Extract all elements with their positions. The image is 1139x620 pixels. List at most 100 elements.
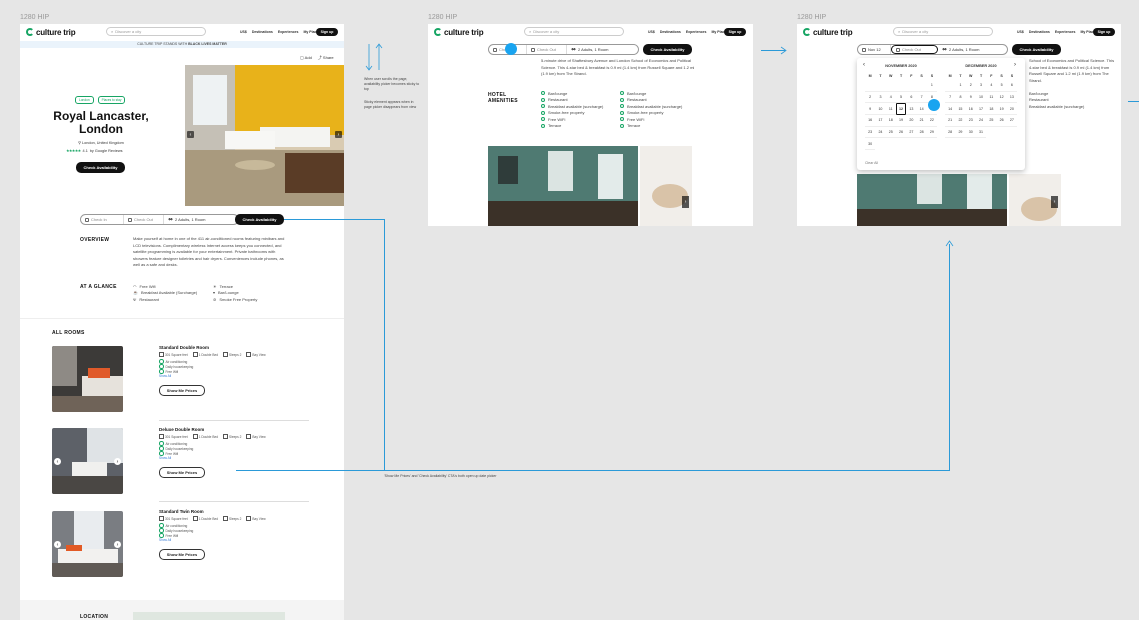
check-out-field[interactable]: Check Out — [124, 215, 164, 224]
calendar-day[interactable]: 30 — [865, 138, 876, 151]
check-out-field[interactable]: Check Out — [527, 45, 567, 54]
gallery-next-arrow-icon[interactable]: › — [682, 196, 689, 208]
add-button[interactable]: ▢ Add — [300, 55, 312, 61]
calendar-day[interactable]: 19 — [996, 103, 1007, 116]
calendar-day[interactable]: 18 — [986, 103, 997, 116]
calendar-day[interactable]: 16 — [965, 103, 976, 116]
calendar-day[interactable]: 24 — [975, 115, 987, 127]
calendar-day[interactable]: 18 — [885, 115, 896, 127]
calendar-day[interactable]: 2 — [865, 92, 876, 104]
calendar-day[interactable]: 4 — [885, 92, 896, 104]
calendar-day[interactable]: 23 — [865, 127, 876, 139]
nav-experiences[interactable]: Experiences — [686, 30, 707, 34]
check-in-field[interactable]: Check In — [81, 215, 124, 224]
search-input[interactable]: ⌕ Discover a city — [524, 27, 624, 36]
calendar-day[interactable]: 17 — [875, 115, 886, 127]
calendar-day[interactable]: 1 — [955, 80, 966, 92]
hero-check-availability-button[interactable]: Check Availability — [76, 162, 125, 173]
calendar-day[interactable]: 20 — [1006, 103, 1018, 116]
calendar-day[interactable]: 26 — [996, 115, 1007, 127]
hero-next-arrow-icon[interactable]: › — [335, 131, 342, 138]
nav-experiences[interactable]: Experiences — [278, 30, 299, 34]
calendar-day[interactable]: 17 — [975, 103, 987, 116]
room-prev-arrow-icon[interactable]: ‹ — [54, 458, 61, 465]
currency-select[interactable]: US$ — [240, 30, 247, 34]
share-button[interactable]: ⤴ Share — [318, 55, 334, 61]
calendar-day[interactable]: 24 — [875, 127, 886, 139]
calendar-day[interactable]: 10 — [875, 103, 886, 116]
calendar-day[interactable]: 6 — [906, 92, 917, 104]
calendar-day[interactable]: 11 — [885, 103, 896, 116]
calendar-day[interactable]: 7 — [916, 92, 927, 104]
calendar-day[interactable]: 12 — [996, 92, 1007, 104]
calendar-day[interactable]: 29 — [955, 127, 966, 139]
calendar-day[interactable]: 10 — [975, 92, 987, 104]
picker-check-availability-button[interactable]: Check Availability — [235, 214, 284, 225]
calendar-day[interactable]: 29 — [926, 127, 938, 139]
room-next-arrow-icon[interactable]: › — [114, 458, 121, 465]
calendar-day[interactable]: 21 — [916, 115, 927, 127]
search-input[interactable]: ⌕ Discover a city — [893, 27, 993, 36]
nav-destinations[interactable]: Destinations — [660, 30, 681, 34]
currency-select[interactable]: US$ — [1017, 30, 1024, 34]
sticky-check-availability-button[interactable]: Check Availability — [643, 44, 692, 55]
calendar-day[interactable]: 14 — [945, 103, 956, 116]
calendar-day[interactable]: 31 — [975, 127, 987, 139]
show-me-prices-button[interactable]: Show Me Prices — [159, 549, 205, 560]
signup-button[interactable]: Sign up — [1093, 28, 1115, 36]
show-me-prices-button[interactable]: Show Me Prices — [159, 467, 205, 478]
currency-select[interactable]: US$ — [648, 30, 655, 34]
calendar-day[interactable]: 12 — [895, 103, 907, 116]
calendar-day[interactable]: 5 — [895, 92, 907, 104]
check-out-field-active[interactable]: Check Out — [891, 45, 938, 54]
location-map[interactable] — [133, 612, 285, 620]
culture-trip-logo[interactable]: culture trip — [803, 28, 853, 37]
guests-field[interactable]: 2 Adults, 1 Room — [567, 45, 612, 54]
calendar-day[interactable]: 23 — [965, 115, 976, 127]
check-in-field[interactable]: Nov 12 — [858, 45, 891, 54]
calendar-day[interactable]: 7 — [945, 92, 956, 104]
calendar-day[interactable]: 13 — [1006, 92, 1018, 104]
culture-trip-logo[interactable]: culture trip — [434, 28, 484, 37]
tag-places-to-stay[interactable]: Places to stay — [97, 96, 126, 104]
calendar-day[interactable]: 27 — [906, 127, 917, 139]
calendar-day[interactable]: 19 — [895, 115, 907, 127]
search-input[interactable]: ⌕ Discover a city — [106, 27, 206, 36]
calendar-day[interactable]: 22 — [926, 115, 938, 127]
calendar-day[interactable]: 21 — [945, 115, 956, 127]
calendar-day[interactable]: 28 — [945, 127, 956, 139]
calendar-day[interactable]: 11 — [986, 92, 997, 104]
room-next-arrow-icon[interactable]: › — [114, 541, 121, 548]
nav-experiences[interactable]: Experiences — [1055, 30, 1076, 34]
calendar-day[interactable]: 25 — [885, 127, 896, 139]
calendar-day[interactable]: 22 — [955, 115, 966, 127]
show-all-link[interactable]: Show All — [159, 538, 193, 542]
calendar-day[interactable]: 6 — [1006, 80, 1018, 92]
calendar-day[interactable]: 8 — [955, 92, 966, 104]
calendar-day[interactable]: 20 — [906, 115, 917, 127]
calendar-day[interactable]: 1 — [926, 80, 938, 92]
calendar-day[interactable]: 16 — [865, 115, 876, 127]
calendar-day[interactable]: 25 — [986, 115, 997, 127]
hero-prev-arrow-icon[interactable]: ‹ — [187, 131, 194, 138]
guests-field[interactable]: 2 Adults, 1 Room — [938, 45, 983, 54]
show-all-link[interactable]: Show All — [159, 456, 193, 460]
calendar-day[interactable]: 9 — [865, 103, 876, 116]
calendar-day[interactable]: 9 — [965, 92, 976, 104]
calendar-day[interactable]: 26 — [895, 127, 907, 139]
nav-destinations[interactable]: Destinations — [252, 30, 273, 34]
calendar-day[interactable]: 30 — [965, 127, 976, 139]
calendar-day[interactable]: 2 — [965, 80, 976, 92]
calendar-day[interactable]: 3 — [975, 80, 987, 92]
calendar-day[interactable]: 13 — [906, 103, 917, 116]
signup-button[interactable]: Sign up — [316, 28, 338, 36]
culture-trip-logo[interactable]: culture trip — [26, 28, 76, 37]
calendar-day[interactable]: 27 — [1006, 115, 1018, 127]
tag-london[interactable]: London — [75, 96, 94, 104]
calendar-day[interactable]: 4 — [986, 80, 997, 92]
calendar-day[interactable]: 5 — [996, 80, 1007, 92]
calendar-day[interactable]: 15 — [955, 103, 966, 116]
signup-button[interactable]: Sign up — [724, 28, 746, 36]
show-all-link[interactable]: Show All — [159, 374, 193, 378]
calendar-day[interactable]: 14 — [916, 103, 927, 116]
